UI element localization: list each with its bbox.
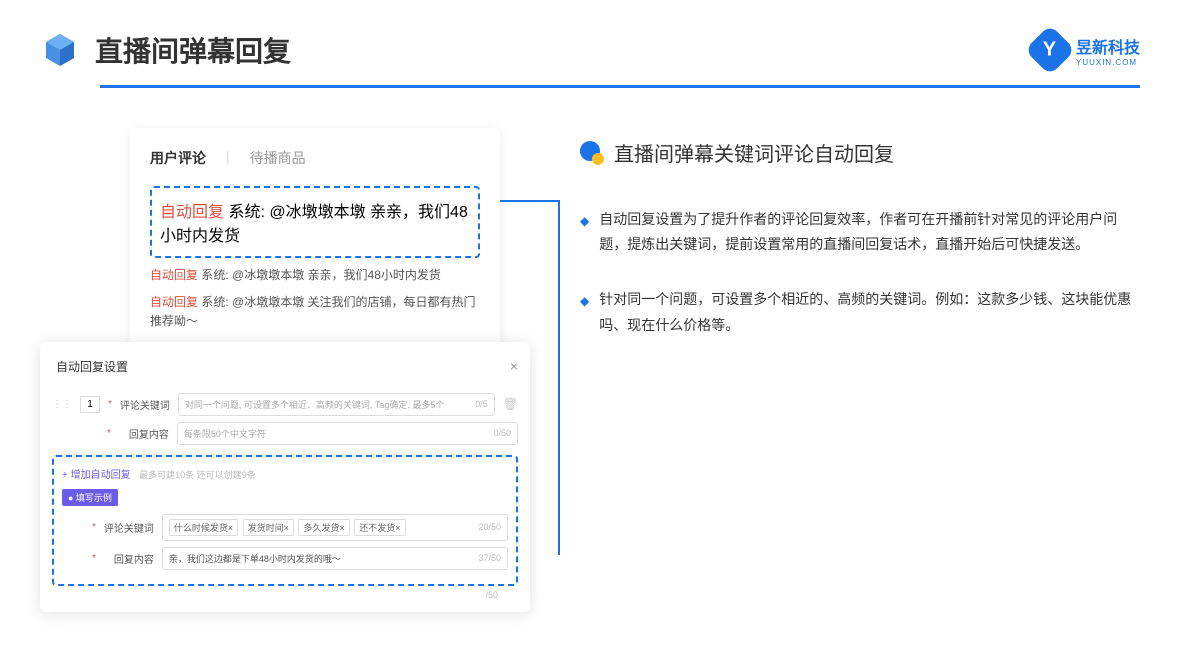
auto-reply-tag: 自动回复 [150,295,198,309]
content-label: 回复内容 [119,426,169,441]
auto-reply-tag: 自动回复 [160,204,224,221]
reply-text: 系统: @冰墩墩本墩 亲亲，我们48小时内发货 [198,268,441,282]
brand-sub: YUUXIN.COM [1076,58,1140,67]
close-icon[interactable]: × [510,358,518,374]
tag[interactable]: 发货时间× [243,519,294,536]
add-hint: 最多可建10条 还可以创建9条 [139,470,256,480]
counter: 0/5 [475,399,488,409]
reply-text: 系统: @冰墩墩本墩 关注我们的店铺，每日都有热门推荐呦～ [150,295,476,328]
tag[interactable]: 还不发货× [354,519,405,536]
ex-keyword-input[interactable]: 什么时候发货× 发货时间× 多久发货× 还不发货× 20/50 [162,514,508,541]
tag[interactable]: 多久发货× [298,519,349,536]
bullet-icon [580,141,604,165]
cube-icon [40,30,80,70]
reply-row: 自动回复 系统: @冰墩墩本墩 亲亲，我们48小时内发货 [150,266,480,285]
counter: 37/50 [478,553,501,563]
content-input[interactable]: 每条限50个中文字符 0/50 [177,422,518,445]
tab-comments[interactable]: 用户评论 [150,148,206,168]
highlighted-reply: 自动回复 系统: @冰墩墩本墩 亲亲，我们48小时内发货 [150,186,480,258]
keyword-label: 评论关键词 [120,397,170,412]
drag-handle-icon[interactable]: ⋮⋮ [52,399,72,410]
modal-title-text: 自动回复设置 [56,358,128,375]
brand-icon: Y [1025,25,1076,76]
tab-products[interactable]: 待播商品 [250,148,306,168]
counter: 20/50 [478,522,501,532]
ex-content-input[interactable]: 亲，我们这边都是下单48小时内发货的哦～ 37/50 [162,547,508,570]
brand-logo: Y 昱新科技 YUUXIN.COM [1032,32,1140,68]
auto-reply-tag: 自动回复 [150,268,198,282]
counter: 0/50 [493,428,511,438]
add-reply-link[interactable]: + 增加自动回复 [62,470,131,481]
section-subtitle: 直播间弹幕关键词评论自动回复 [614,138,894,167]
example-badge: ● 填写示例 [62,489,118,506]
ex-keyword-label: 评论关键词 [104,520,154,535]
outer-counter: /50 [52,586,518,600]
trash-icon[interactable]: 🗑 [503,397,518,411]
bullet-text: 针对同一个问题，可设置多个相近的、高频的关键词。例如：这款多少钱、这块能优惠吗、… [599,287,1140,337]
tag[interactable]: 什么时候发货× [169,519,238,536]
reply-row: 自动回复 系统: @冰墩墩本墩 关注我们的店铺，每日都有热门推荐呦～ [150,293,480,331]
example-section: + 增加自动回复 最多可建10条 还可以创建9条 ● 填写示例 * 评论关键词 … [52,455,518,586]
ex-content-label: 回复内容 [104,551,154,566]
comments-card: 用户评论 | 待播商品 自动回复 系统: @冰墩墩本墩 亲亲，我们48小时内发货… [130,128,500,352]
keyword-input[interactable]: 对同一个问题, 可设置多个相近、高频的关键词, Tag确定, 最多5个 0/5 [178,393,495,416]
row-number: 1 [80,396,100,413]
brand-name: 昱新科技 [1076,34,1140,58]
bullet-text: 自动回复设置为了提升作者的评论回复效率，作者可在开播前针对常见的评论用户问题，提… [599,207,1140,257]
settings-modal: 自动回复设置 × ⋮⋮ 1 * 评论关键词 对同一个问题, 可设置多个相近、高频… [40,342,530,612]
diamond-icon: ◆ [580,211,589,257]
diamond-icon: ◆ [580,291,589,337]
page-title: 直播间弹幕回复 [95,30,291,70]
